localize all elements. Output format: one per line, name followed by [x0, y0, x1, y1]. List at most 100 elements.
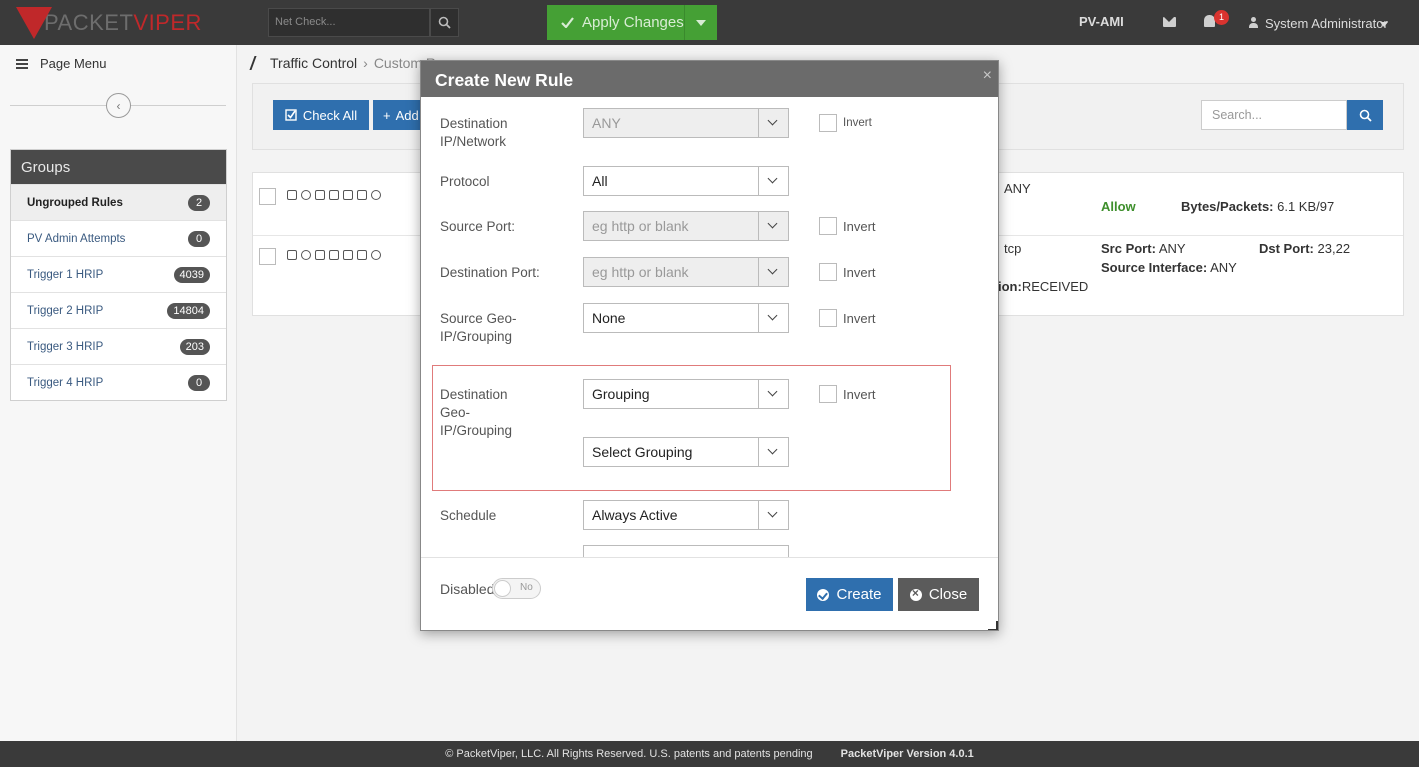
device-name: PV-AMI	[1079, 14, 1124, 29]
rule-row-checkbox[interactable]	[259, 188, 276, 205]
packetviper-logo[interactable]: PACKET VIPER	[16, 6, 202, 40]
rule-dst-value: ANY	[1004, 181, 1031, 196]
apply-changes-button[interactable]: Apply Changes	[547, 5, 684, 40]
delete-icon[interactable]	[315, 250, 325, 260]
groups-panel: Groups Ungrouped Rules 2 PV Admin Attempt…	[10, 149, 227, 401]
rules-search-button[interactable]	[1347, 100, 1383, 130]
source-port-select[interactable]: eg http or blank	[583, 211, 789, 241]
chevron-down-icon	[758, 304, 788, 332]
log-icon[interactable]	[357, 250, 367, 260]
invert-label: Invert	[843, 218, 876, 234]
user-menu[interactable]: System Administrator	[1265, 16, 1388, 31]
dst-port-label: Dst Port:	[1259, 241, 1314, 256]
destination-port-select[interactable]: eg http or blank	[583, 257, 789, 287]
group-item-ungrouped-rules[interactable]: Ungrouped Rules 2	[11, 184, 226, 220]
edit-icon[interactable]	[287, 250, 297, 260]
invert-checkbox[interactable]	[819, 114, 837, 132]
eraser-icon[interactable]	[343, 190, 353, 200]
eraser-icon[interactable]	[343, 250, 353, 260]
rule-src-port: Src Port: ANY	[1101, 241, 1186, 256]
group-label: Trigger 2 HRIP	[27, 304, 104, 317]
traffic-control-icon	[249, 56, 267, 70]
clock-icon[interactable]	[371, 190, 381, 200]
chevron-left-icon: ‹	[116, 98, 121, 113]
invert-checkbox[interactable]	[819, 217, 837, 235]
schedule-select[interactable]: Always Active	[583, 500, 789, 530]
disabled-toggle[interactable]: No	[492, 578, 541, 599]
disable-icon[interactable]	[301, 250, 311, 260]
group-label: Trigger 4 HRIP	[27, 376, 104, 389]
bytes-value: 6.1 KB/97	[1277, 199, 1335, 214]
apply-changes-label: Apply Changes	[582, 14, 684, 31]
page-footer: © PacketViper, LLC. All Rights Reserved.…	[0, 741, 1419, 767]
net-check-input[interactable]: Net Check...	[268, 8, 430, 37]
schedule-label: Schedule	[440, 508, 497, 523]
user-caret-icon[interactable]	[1380, 22, 1388, 27]
net-check-search-button[interactable]	[430, 8, 459, 37]
rule-row-actions	[287, 250, 381, 260]
chevron-down-icon	[758, 438, 788, 466]
check-all-label: Check All	[302, 107, 358, 123]
log-icon[interactable]	[357, 190, 367, 200]
source-geo-invert[interactable]: Invert	[819, 309, 876, 327]
direction-label: ion:	[998, 279, 1022, 294]
group-item-trigger-2-hrip[interactable]: Trigger 2 HRIP 14804	[11, 292, 226, 328]
source-geo-label: Source Geo-IP/Grouping	[440, 311, 517, 344]
move-icon[interactable]	[329, 250, 339, 260]
rule-protocol: tcp	[1004, 241, 1022, 256]
destination-port-placeholder: eg http or blank	[592, 264, 689, 280]
destination-geo-value: Grouping	[592, 386, 650, 402]
source-geo-select[interactable]: None	[583, 303, 789, 333]
group-item-trigger-1-hrip[interactable]: Trigger 1 HRIP 4039	[11, 256, 226, 292]
rules-search-input[interactable]: Search...	[1201, 100, 1347, 130]
breadcrumb-traffic-control[interactable]: Traffic Control	[270, 55, 357, 71]
check-icon	[561, 17, 574, 28]
page-menu-toggle[interactable]: Page Menu	[16, 56, 107, 71]
source-port-invert[interactable]: Invert	[819, 217, 876, 235]
move-icon[interactable]	[329, 190, 339, 200]
disable-icon[interactable]	[301, 190, 311, 200]
destination-port-invert[interactable]: Invert	[819, 263, 876, 281]
resize-handle-icon[interactable]	[988, 621, 998, 630]
mail-icon[interactable]	[1163, 17, 1176, 27]
source-port-placeholder: eg http or blank	[592, 218, 689, 234]
invert-checkbox[interactable]	[819, 309, 837, 327]
chevron-down-icon	[758, 212, 788, 240]
rule-action: Allow	[1101, 199, 1136, 214]
destination-ip-invert[interactable]: Invert	[819, 114, 872, 132]
add-rule-button[interactable]: + Add	[373, 100, 423, 130]
clock-icon[interactable]	[371, 250, 381, 260]
edit-icon[interactable]	[287, 190, 297, 200]
disabled-label: Disabled	[440, 581, 495, 597]
top-navbar: PACKET VIPER Net Check... Apply Changes P…	[0, 0, 1419, 45]
divider	[421, 557, 998, 558]
destination-geo-select[interactable]: Grouping	[583, 379, 789, 409]
collapse-sidebar-button[interactable]: ‹	[106, 93, 131, 118]
group-count-badge: 4039	[173, 266, 210, 283]
group-item-trigger-3-hrip[interactable]: Trigger 3 HRIP 203	[11, 328, 226, 364]
direction-value: RECEIVED	[1021, 279, 1089, 294]
rule-row-checkbox[interactable]	[259, 248, 276, 265]
destination-ip-select[interactable]: ANY	[583, 108, 789, 138]
select-grouping-value: Select Grouping	[592, 444, 693, 460]
group-item-trigger-4-hrip[interactable]: Trigger 4 HRIP 0	[11, 364, 226, 400]
source-port-label: Source Port:	[440, 219, 516, 234]
create-button[interactable]: Create	[806, 578, 893, 611]
check-all-button[interactable]: Check All	[273, 100, 369, 130]
select-grouping-select[interactable]: Select Grouping	[583, 437, 789, 467]
destination-ip-label: Destination IP/Network	[440, 116, 508, 149]
group-item-pv-admin-attempts[interactable]: PV Admin Attempts 0	[11, 220, 226, 256]
protocol-select[interactable]: All	[583, 166, 789, 196]
protocol-value: All	[592, 173, 608, 189]
destination-geo-invert[interactable]: Invert	[819, 385, 876, 403]
invert-label: Invert	[843, 310, 876, 326]
src-port-label: Src Port:	[1101, 241, 1156, 256]
protocol-label: Protocol	[440, 174, 490, 189]
apply-changes-dropdown[interactable]	[684, 5, 717, 40]
logo-text-viper: VIPER	[133, 10, 202, 35]
delete-icon[interactable]	[315, 190, 325, 200]
close-icon[interactable]: ×	[983, 67, 992, 85]
invert-checkbox[interactable]	[819, 263, 837, 281]
invert-checkbox[interactable]	[819, 385, 837, 403]
close-button[interactable]: Close	[898, 578, 979, 611]
